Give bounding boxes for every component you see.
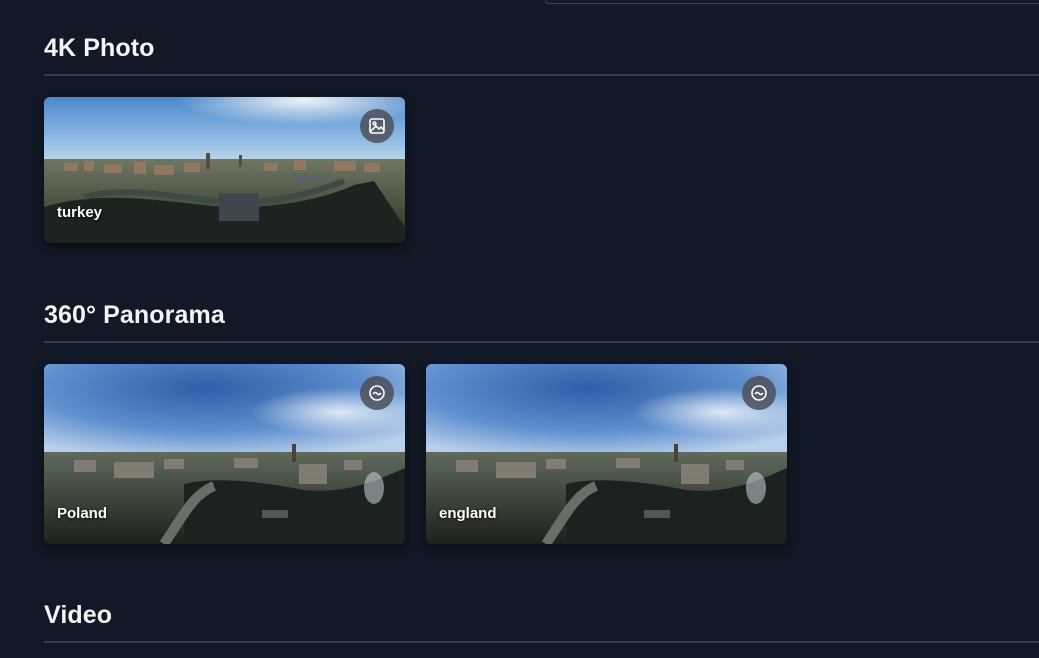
section-divider	[44, 641, 1039, 643]
photo-thumbnail	[44, 97, 405, 243]
media-card-label: england	[439, 505, 497, 522]
section-title-video: Video	[44, 601, 113, 629]
media-card-label: turkey	[57, 204, 103, 221]
section-divider	[44, 74, 1039, 76]
section-4k-photo: 4K Photo	[44, 32, 1039, 76]
panorama-card-list: Poland england	[44, 364, 787, 544]
top-panel-edge	[545, 0, 1039, 4]
media-card-label: Poland	[57, 505, 108, 522]
section-title-360-panorama: 360° Panorama	[44, 301, 225, 329]
image-icon	[360, 109, 394, 143]
media-card-turkey[interactable]: turkey	[44, 97, 405, 243]
panorama-icon	[360, 376, 394, 410]
section-title-4k-photo: 4K Photo	[44, 34, 155, 62]
photo-card-list: turkey	[44, 97, 405, 243]
media-card-england[interactable]: england	[426, 364, 787, 544]
section-360-panorama: 360° Panorama	[44, 299, 1039, 343]
media-card-poland[interactable]: Poland	[44, 364, 405, 544]
section-divider	[44, 341, 1039, 343]
panorama-icon	[742, 376, 776, 410]
section-video: Video	[44, 599, 1039, 643]
